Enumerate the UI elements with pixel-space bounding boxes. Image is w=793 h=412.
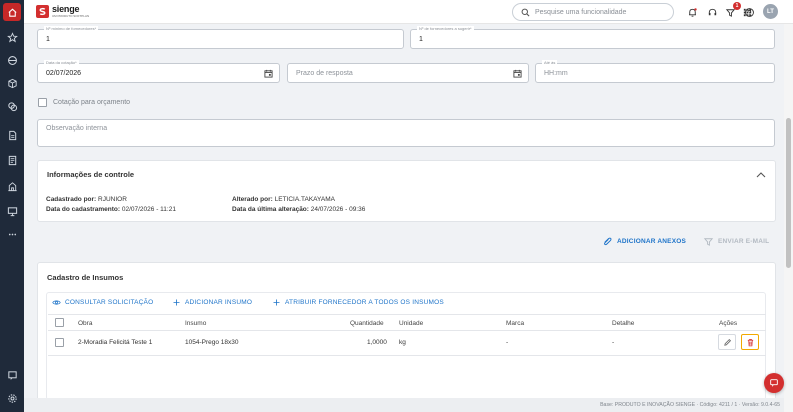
enviar-email-button[interactable]: ENVIAR E-MAIL [703,236,769,247]
adicionar-insumo-label: ADICIONAR INSUMO [185,299,253,306]
logo-name: sienge [52,4,80,14]
min-fornecedores-label: Nº mínimo de fornecedores* [44,26,99,32]
col-marca: Marca [506,320,525,327]
logo-mark-icon [36,5,49,18]
atribuir-fornecedor-button[interactable]: ATRIBUIR FORNECEDOR A TODOS OS INSUMOS [272,298,444,307]
building-icon[interactable] [3,177,21,195]
adicionar-insumo-button[interactable]: ADICIONAR INSUMO [172,298,252,307]
more-icon[interactable] [3,225,21,243]
headset-icon[interactable] [705,5,719,19]
cell-insumo: 1054-Prego 18x30 [185,339,239,346]
top-bar: sienge UM PRODUTO SOFTPLAN Pesquise uma … [24,0,793,24]
col-acoes: Ações [719,320,738,327]
logo-subtitle: UM PRODUTO SOFTPLAN [52,14,90,18]
document-icon[interactable] [3,126,21,144]
calendar-icon[interactable] [264,69,273,78]
ate-as-label: Até às [542,60,558,66]
coins-icon[interactable] [3,97,21,115]
data-cotacao-label: Data da cotação* [44,60,79,66]
data-cotacao-value: 02/07/2026 [46,70,82,77]
checkbox-box[interactable] [38,98,47,107]
col-obra: Obra [78,320,93,327]
chat-fab-button[interactable] [764,373,784,393]
trash-icon [747,338,753,346]
chat-icon[interactable] [3,366,21,384]
observacao-interna-textarea[interactable]: Observação interna [37,119,775,147]
adicionar-anexos-button[interactable]: ADICIONAR ANEXOS [602,236,686,247]
report-icon[interactable] [3,151,21,169]
home-icon[interactable] [3,3,21,21]
col-quantidade: Quantidade [350,320,384,327]
min-fornecedores-value: 1 [46,36,50,43]
fornecedores-sugerir-value: 1 [419,36,423,43]
search-placeholder: Pesquise uma funcionalidade [535,8,627,16]
prazo-resposta-placeholder: Prazo de resposta [296,70,353,77]
edit-button[interactable] [718,334,736,350]
table-divider [48,355,766,356]
search-input[interactable]: Pesquise uma funcionalidade [512,3,674,21]
settings-icon[interactable] [3,389,21,407]
chevron-up-icon[interactable] [756,171,766,179]
insumos-table-container [46,292,766,400]
cadastrado-por: Cadastrado por: RJUNIOR [46,196,127,203]
enviar-email-label: ENVIAR E-MAIL [718,238,770,245]
table-divider [48,314,766,315]
footer-info: Base: PRODUTO E INOVAÇÃO SIENGE · Código… [600,402,780,408]
cell-unidade: kg [399,339,406,346]
fornecedores-sugerir-field[interactable]: Nº de fornecedores a sugerir* 1 [410,26,775,49]
cell-quantidade: 1,0000 [367,339,387,346]
prazo-resposta-field[interactable]: Prazo de resposta [287,63,529,83]
table-divider [48,330,766,331]
calendar-icon[interactable] [513,69,522,78]
cell-marca: - [506,339,509,346]
cube-icon[interactable] [3,74,21,92]
select-all-checkbox[interactable] [55,318,64,327]
consultar-solicitacao-button[interactable]: CONSULTAR SOLICITAÇÃO [52,298,153,307]
cotacao-orcamento-checkbox[interactable]: Cotação para orçamento [38,98,130,107]
cell-detalhe: - [612,339,615,346]
filter-icon [703,238,714,246]
avatar[interactable]: LT [763,4,778,19]
bell-icon[interactable] [685,5,699,19]
plus-icon [173,299,180,306]
cotacao-orcamento-label: Cotação para orçamento [53,99,131,106]
scrollbar-thumb[interactable] [786,118,791,268]
search-icon [521,8,530,16]
delete-button[interactable] [741,334,759,350]
col-insumo: Insumo [185,320,207,327]
sienge-logo[interactable]: sienge UM PRODUTO SOFTPLAN [36,5,89,18]
data-ultima-alteracao: Data da última alteração: 24/07/2026 - 0… [232,206,366,213]
apps-grid-icon[interactable] [740,5,754,19]
consultar-solicitacao-label: CONSULTAR SOLICITAÇÃO [65,299,154,306]
paperclip-icon [604,237,612,246]
data-cadastramento: Data do cadastramento: 02/07/2026 - 11:2… [46,206,176,213]
ate-as-placeholder: HH:mm [544,70,568,77]
footer: Base: PRODUTO E INOVAÇÃO SIENGE · Código… [24,398,784,412]
col-detalhe: Detalhe [612,320,635,327]
star-icon[interactable] [3,28,21,46]
globe-icon[interactable] [3,51,21,69]
fornecedores-sugerir-label: Nº de fornecedores a sugerir* [417,26,474,32]
chat-bubble-icon [770,379,778,387]
min-fornecedores-field[interactable]: Nº mínimo de fornecedores* 1 [37,26,404,49]
eye-icon [52,300,61,305]
cell-obra: 2-Moradia Felicitá Teste 1 [78,339,153,346]
row-checkbox[interactable] [55,338,64,347]
left-navigation [0,0,24,412]
observacao-placeholder: Observação interna [46,125,108,132]
pencil-icon [723,338,731,346]
alterado-por: Alterado por: LETICIA.TAKAYAMA [232,196,335,203]
adicionar-anexos-label: ADICIONAR ANEXOS [617,238,687,245]
atribuir-fornecedor-label: ATRIBUIR FORNECEDOR A TODOS OS INSUMOS [285,299,444,306]
funnel-icon[interactable]: 1 [723,2,741,19]
plus-icon [273,299,280,306]
ate-as-field[interactable]: Até às HH:mm [535,60,775,83]
monitor-icon[interactable] [3,202,21,220]
data-cotacao-field[interactable]: Data da cotação* 02/07/2026 [37,60,280,83]
insumos-title: Cadastro de Insumos [47,273,124,282]
controle-title: Informações de controle [47,170,135,179]
col-unidade: Unidade [399,320,424,327]
